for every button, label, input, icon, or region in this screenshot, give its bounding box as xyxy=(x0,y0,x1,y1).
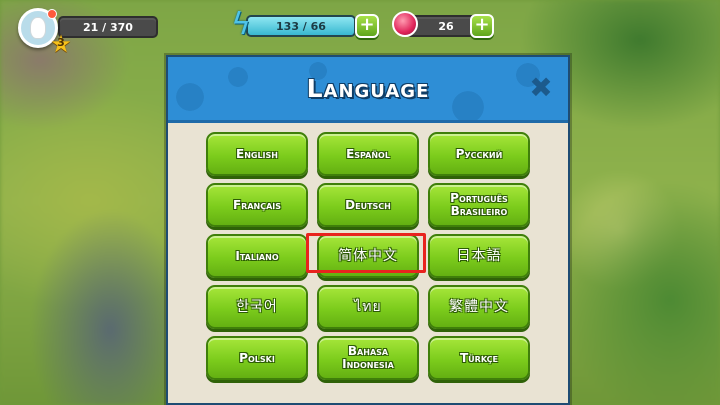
modal-header: Language ✖ xyxy=(168,57,568,123)
language-button-polish[interactable]: Polski xyxy=(206,336,308,380)
language-button-turkish[interactable]: Türkçe xyxy=(428,336,530,380)
notification-dot xyxy=(47,9,57,19)
add-energy-button[interactable]: + xyxy=(355,14,379,38)
add-gems-button[interactable]: + xyxy=(470,14,494,38)
language-button-french[interactable]: Français xyxy=(206,183,308,227)
xp-text: 21 / 370 xyxy=(83,20,133,34)
language-button-traditional-chinese[interactable]: 繁體中文 xyxy=(428,285,530,329)
language-modal: Language ✖ English Español Русский Franç… xyxy=(166,55,570,405)
energy-bar: 133 / 66 xyxy=(246,15,356,37)
modal-title: Language xyxy=(306,74,430,103)
language-button-simplified-chinese[interactable]: 简体中文 xyxy=(317,234,419,278)
xp-bar: 21 / 370 xyxy=(58,16,158,38)
bird-avatar-icon xyxy=(30,17,46,39)
language-button-russian[interactable]: Русский xyxy=(428,132,530,176)
language-button-italian[interactable]: Italiano xyxy=(206,234,308,278)
energy-text: 133 / 66 xyxy=(276,19,326,33)
language-button-korean[interactable]: 한국어 xyxy=(206,285,308,329)
close-icon[interactable]: ✖ xyxy=(528,74,554,102)
language-button-indonesian[interactable]: Bahasa Indonesia xyxy=(317,336,419,380)
language-button-japanese[interactable]: 日本語 xyxy=(428,234,530,278)
language-button-portuguese-brazilian[interactable]: Português Brasileiro xyxy=(428,183,530,227)
language-button-espanol[interactable]: Español xyxy=(317,132,419,176)
language-button-german[interactable]: Deutsch xyxy=(317,183,419,227)
language-button-english[interactable]: English xyxy=(206,132,308,176)
gem-count: 26 xyxy=(438,19,454,33)
gem-icon xyxy=(392,11,418,37)
language-button-thai[interactable]: ไทย xyxy=(317,285,419,329)
energy-bolt-icon: ϟ xyxy=(231,7,251,42)
level-number: 3 xyxy=(57,36,65,49)
language-grid: English Español Русский Français Deutsch… xyxy=(206,132,530,380)
